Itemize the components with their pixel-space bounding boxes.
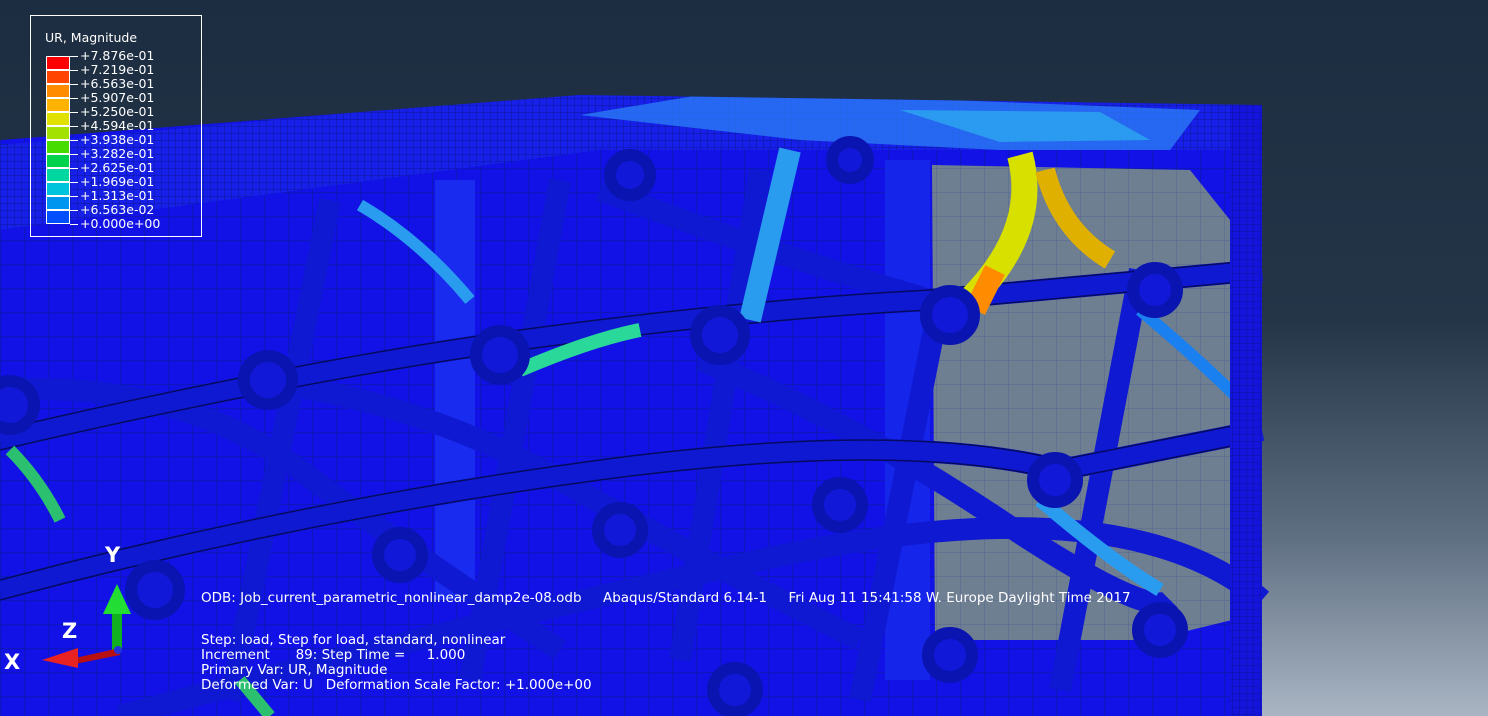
legend-tick (70, 70, 78, 71)
contour-legend: UR, Magnitude +7.876e-01 +7.219e-01 +6.563… (30, 15, 202, 237)
legend-value: +0.000e+00 (80, 216, 161, 231)
legend-tick (70, 168, 78, 169)
legend-tick (70, 126, 78, 127)
model-viewport[interactable] (0, 0, 1488, 716)
legend-value: +1.313e-01 (80, 188, 155, 203)
y-axis-arrow (103, 584, 131, 650)
legend-value: +6.563e-02 (80, 202, 155, 217)
legend-title: UR, Magnitude (45, 30, 138, 45)
legend-value: +5.250e-01 (80, 104, 155, 119)
z-axis-label: Z (62, 619, 78, 643)
legend-value: +7.219e-01 (80, 62, 155, 77)
odb-info-line: ODB: Job_current_parametric_nonlinear_da… (201, 590, 1131, 606)
axis-triad: Y Z X (0, 540, 140, 680)
y-axis-label: Y (105, 543, 121, 567)
legend-value: +7.876e-01 (80, 48, 155, 63)
legend-tick (70, 140, 78, 141)
x-axis-label: X (4, 650, 21, 674)
legend-tick (70, 182, 78, 183)
legend-tick (70, 154, 78, 155)
legend-tick (70, 98, 78, 99)
legend-value: +4.594e-01 (80, 118, 155, 133)
legend-tick (70, 84, 78, 85)
deformed-var-info: Deformed Var: U Deformation Scale Factor… (201, 677, 592, 693)
z-axis-arrow (114, 646, 122, 654)
x-axis-arrow (42, 648, 120, 668)
legend-value: +5.907e-01 (80, 90, 155, 105)
legend-value: +3.282e-01 (80, 146, 155, 161)
step-info: Step: load, Step for load, standard, non… (201, 632, 506, 648)
increment-info: Increment 89: Step Time = 1.000 (201, 647, 466, 663)
legend-tick (70, 210, 78, 211)
legend-tick (70, 56, 78, 57)
legend-value: +3.938e-01 (80, 132, 155, 147)
legend-entry: +0.000e+00 (46, 216, 196, 232)
primary-var-info: Primary Var: UR, Magnitude (201, 662, 388, 678)
legend-tick (70, 112, 78, 113)
legend-value: +1.969e-01 (80, 174, 155, 189)
legend-value: +6.563e-01 (80, 76, 155, 91)
legend-value: +2.625e-01 (80, 160, 155, 175)
legend-tick (70, 196, 78, 197)
legend-tick (70, 224, 78, 225)
